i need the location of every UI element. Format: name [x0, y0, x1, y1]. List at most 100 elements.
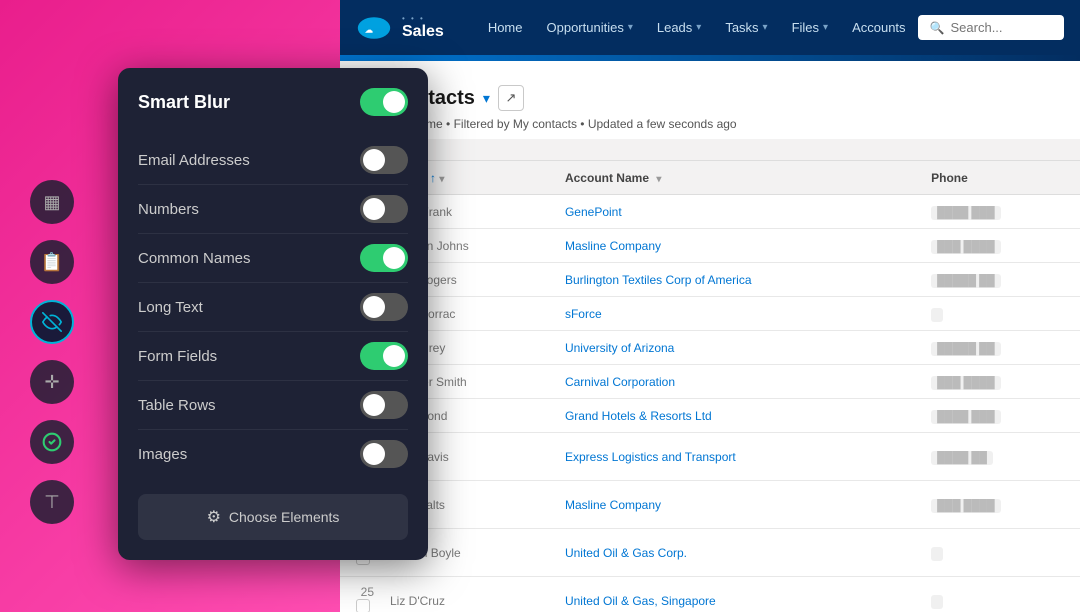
account-name[interactable]: GenePoint — [555, 195, 921, 229]
table-row: 22 Josh Davis Express Logistics and Tran… — [340, 433, 1080, 481]
account-name[interactable]: Masline Company — [555, 481, 921, 529]
contacts-table-container: Name ↑ ▾ Account Name ▾ Phone Edna Frank… — [340, 160, 1080, 612]
account-name[interactable]: United Oil & Gas Corp. — [555, 529, 921, 577]
account-name[interactable]: Burlington Textiles Corp of America — [555, 263, 921, 297]
split-icon[interactable]: ⊤ — [30, 480, 74, 524]
th-account-name[interactable]: Account Name ▾ — [555, 161, 921, 195]
search-bar[interactable]: 🔍 — [918, 15, 1064, 40]
breadcrumb-area: Contacts My Contacts ▾ ↗ Sorted by Name … — [340, 61, 1080, 139]
toggle-long-text[interactable] — [360, 293, 408, 321]
move-icon[interactable]: ✛ — [30, 360, 74, 404]
table-row: Jennifer Smith Carnival Corporation ███ … — [340, 365, 1080, 399]
nav-accounts[interactable]: Accounts — [840, 0, 917, 55]
top-navigation: Home Opportunities▾ Leads▾ Tasks▾ Files▾… — [476, 0, 918, 55]
toggle-slider — [360, 244, 408, 272]
smart-blur-panel: Smart Blur Email Addresses Numbers Commo… — [118, 68, 428, 560]
toggle-numbers[interactable] — [360, 195, 408, 223]
sort-icon: ↑ — [430, 171, 436, 185]
nav-tasks[interactable]: Tasks▾ — [713, 0, 779, 55]
toggle-knob-smart-blur — [383, 91, 405, 113]
phone-number: █████ ██ — [921, 263, 1080, 297]
table-row: Jake Llorrac sForce — [340, 297, 1080, 331]
contacts-table: Name ↑ ▾ Account Name ▾ Phone Edna Frank… — [340, 160, 1080, 612]
th-phone[interactable]: Phone — [921, 161, 1080, 195]
breadcrumb-link[interactable]: Contacts — [356, 69, 1064, 81]
toggle-rows-container: Email Addresses Numbers Common Names Lon… — [138, 136, 408, 478]
choose-elements-button[interactable]: ⚙ Choose Elements — [138, 494, 408, 540]
row-num-cell: 25 — [340, 577, 380, 612]
view-dropdown-icon[interactable]: ▾ — [483, 90, 490, 107]
search-input[interactable] — [951, 20, 1053, 35]
nav-home[interactable]: Home — [476, 0, 535, 55]
svg-text:☁: ☁ — [365, 25, 373, 34]
phone-number: ███ ████ — [921, 229, 1080, 263]
view-link-button[interactable]: ↗ — [498, 85, 524, 111]
toggle-slider — [360, 293, 408, 321]
phone-number: ████ ███ — [921, 399, 1080, 433]
toggle-common-names[interactable] — [360, 244, 408, 272]
toggle-slider — [360, 146, 408, 174]
table-row: John Bond Grand Hotels & Resorts Ltd ███… — [340, 399, 1080, 433]
table-row: Jack Rogers Burlington Textiles Corp of … — [340, 263, 1080, 297]
toggle-knob — [363, 198, 385, 220]
toggle-label: Long Text — [138, 299, 203, 316]
nav-files[interactable]: Files▾ — [780, 0, 840, 55]
phone-number: ████ ███ — [921, 195, 1080, 229]
check-circle-icon[interactable] — [30, 420, 74, 464]
toggle-knob — [363, 296, 385, 318]
toggle-label: Images — [138, 446, 187, 463]
toggle-slider-smart-blur — [360, 88, 408, 116]
toggle-row-images: Images — [138, 430, 408, 478]
toggle-label: Common Names — [138, 250, 251, 267]
nav-leads[interactable]: Leads▾ — [645, 0, 713, 55]
toggle-images[interactable] — [360, 440, 408, 468]
toggle-row-table-rows: Table Rows — [138, 381, 408, 430]
phone-number: █████ ██ — [921, 331, 1080, 365]
toggle-knob — [363, 443, 385, 465]
account-name[interactable]: United Oil & Gas, Singapore — [555, 577, 921, 612]
toggle-table-rows[interactable] — [360, 391, 408, 419]
toggle-email-addresses[interactable] — [360, 146, 408, 174]
row-checkbox[interactable] — [356, 602, 374, 612]
table-row: Gorman Johns Masline Company ███ ████ — [340, 229, 1080, 263]
nav-opportunities[interactable]: Opportunities▾ — [535, 0, 645, 55]
sort-info: Sorted by Name • Filtered by My contacts… — [356, 117, 1064, 139]
toggle-slider — [360, 440, 408, 468]
table-row: 25 Liz D'Cruz United Oil & Gas, Singapor… — [340, 577, 1080, 612]
toggle-label: Table Rows — [138, 397, 216, 414]
panel-header: Smart Blur — [138, 88, 408, 116]
account-name[interactable]: Grand Hotels & Resorts Ltd — [555, 399, 921, 433]
account-name[interactable]: sForce — [555, 297, 921, 331]
toggle-knob — [383, 247, 405, 269]
toggle-form-fields[interactable] — [360, 342, 408, 370]
grid-icon[interactable]: ▦ — [30, 180, 74, 224]
toggle-slider — [360, 195, 408, 223]
toggle-knob — [363, 149, 385, 171]
toggle-label: Numbers — [138, 201, 199, 218]
toggle-row-common-names: Common Names — [138, 234, 408, 283]
account-name[interactable]: Carnival Corporation — [555, 365, 921, 399]
panel-title: Smart Blur — [138, 92, 230, 113]
phone-number — [921, 297, 1080, 331]
table-row: Edna Frank GenePoint ████ ███ — [340, 195, 1080, 229]
phone-number: ███ ████ — [921, 365, 1080, 399]
app-name: Sales — [402, 23, 444, 41]
table-row: Jane Grey University of Arizona █████ ██ — [340, 331, 1080, 365]
search-icon: 🔍 — [930, 21, 945, 35]
toggle-slider — [360, 342, 408, 370]
toggle-label: Email Addresses — [138, 152, 250, 169]
toggle-label: Form Fields — [138, 348, 217, 365]
phone-number — [921, 529, 1080, 577]
topbar: ☁ • • • Sales Home Opportunities▾ Leads▾… — [340, 0, 1080, 55]
account-name[interactable]: University of Arizona — [555, 331, 921, 365]
gear-icon: ⚙ — [207, 507, 221, 527]
eye-off-icon[interactable] — [30, 300, 74, 344]
account-name[interactable]: Express Logistics and Transport — [555, 433, 921, 481]
smart-blur-main-toggle[interactable] — [360, 88, 408, 116]
table-row: 23 Kurt Walts Masline Company ███ ████ — [340, 481, 1080, 529]
contact-name[interactable]: Liz D'Cruz — [380, 577, 555, 612]
table-row: 24 Lauren Boyle United Oil & Gas Corp. — [340, 529, 1080, 577]
toggle-knob — [363, 394, 385, 416]
account-name[interactable]: Masline Company — [555, 229, 921, 263]
clipboard-icon[interactable]: 📋 — [30, 240, 74, 284]
